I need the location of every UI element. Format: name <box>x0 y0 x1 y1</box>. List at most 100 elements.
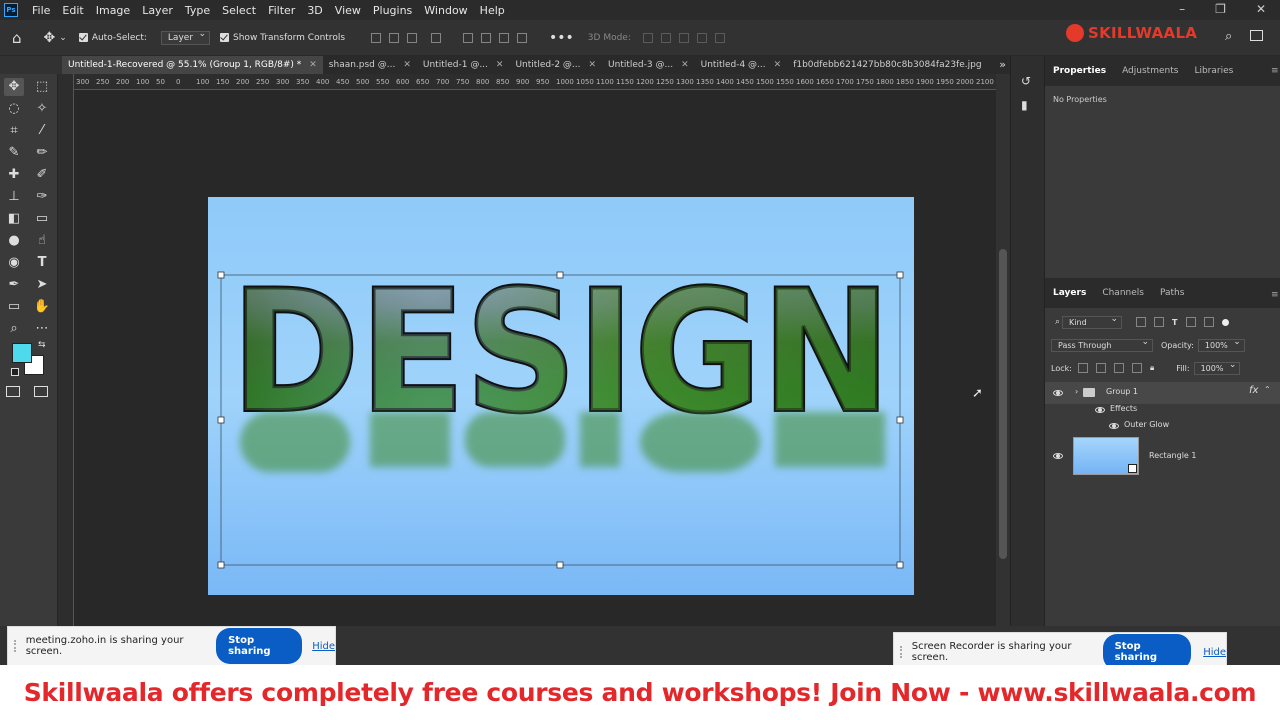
align-vcenter-icon[interactable] <box>481 32 492 43</box>
smudge-tool-icon[interactable]: ☝ <box>32 232 52 250</box>
stop-sharing-button[interactable]: Stop sharing <box>216 628 303 664</box>
default-colors-icon[interactable] <box>11 368 19 376</box>
blend-mode-dropdown[interactable]: Pass Through <box>1051 337 1153 352</box>
tab-properties[interactable]: Properties <box>1045 66 1114 76</box>
eraser-icon[interactable]: ◧ <box>4 210 24 228</box>
close-tab-icon[interactable]: ✕ <box>309 56 317 74</box>
visibility-eye-icon[interactable] <box>1109 423 1119 429</box>
brush-tool-icon[interactable]: ✎ <box>4 144 24 162</box>
align-bottom-icon[interactable] <box>499 32 510 43</box>
workspace-icon[interactable] <box>1250 30 1263 41</box>
auto-select-checkbox[interactable] <box>78 33 88 42</box>
gradient-tool-icon[interactable]: ▭ <box>32 210 52 228</box>
chevron-down-icon[interactable]: ⌄ <box>59 33 67 43</box>
layer-row-effects[interactable]: Effects <box>1045 402 1280 418</box>
align-middle-icon[interactable] <box>431 32 442 43</box>
healing-brush-icon[interactable]: ✚ <box>4 166 24 184</box>
clone-stamp-icon[interactable]: ⊥ <box>4 188 24 206</box>
tab-channels[interactable]: Channels <box>1094 288 1152 298</box>
filter-kind-dropdown[interactable]: Kind <box>1062 314 1123 329</box>
magic-wand-icon[interactable]: ✧ <box>32 100 52 118</box>
more-tools-icon[interactable]: ⋯ <box>32 320 52 338</box>
history-panel-icon[interactable]: ↺ <box>1021 74 1031 88</box>
more-tabs-icon[interactable]: » <box>999 58 1006 71</box>
align-top-icon[interactable] <box>463 32 474 43</box>
visibility-eye-icon[interactable] <box>1053 453 1063 459</box>
tab-paths[interactable]: Paths <box>1152 288 1192 298</box>
tab-adjustments[interactable]: Adjustments <box>1114 66 1186 76</box>
align-left-icon[interactable] <box>371 32 382 43</box>
menu-3d[interactable]: 3D <box>301 4 328 17</box>
visibility-eye-icon[interactable] <box>1095 407 1105 413</box>
expand-effects-icon[interactable]: ⌃ <box>1264 385 1271 394</box>
align-center-icon[interactable] <box>389 32 400 43</box>
move-tool-icon[interactable]: ✥ <box>44 30 56 46</box>
panel-menu-icon[interactable]: ≡ <box>1271 66 1279 76</box>
auto-select-dropdown[interactable]: Layer <box>160 29 211 45</box>
close-icon[interactable]: ✕ <box>1256 2 1266 16</box>
pen-tool-icon[interactable]: ✒ <box>4 276 24 294</box>
layer-thumbnail[interactable] <box>1073 437 1139 475</box>
menu-view[interactable]: View <box>329 4 367 17</box>
rectangle-tool-icon[interactable]: ▭ <box>4 298 24 316</box>
lasso-tool-icon[interactable]: ◌ <box>4 100 24 118</box>
hand-tool-icon[interactable]: ✋ <box>32 298 52 316</box>
3d-orbit-icon[interactable] <box>642 32 653 43</box>
menu-edit[interactable]: Edit <box>56 4 89 17</box>
3d-scale-icon[interactable] <box>714 32 725 43</box>
fx-icon[interactable]: fx <box>1249 385 1258 396</box>
menu-image[interactable]: Image <box>90 4 136 17</box>
scrollbar-thumb[interactable] <box>999 249 1007 559</box>
fill-input[interactable]: 100% <box>1193 360 1241 375</box>
home-icon[interactable]: ⌂ <box>12 29 22 47</box>
filter-adjustment-icon[interactable] <box>1154 317 1165 327</box>
panel-menu-icon[interactable]: ≡ <box>1271 290 1279 300</box>
lock-artboard-icon[interactable] <box>1131 363 1142 373</box>
tab-untitled-1[interactable]: Untitled-1 @... ✕ <box>417 56 510 74</box>
menu-help[interactable]: Help <box>474 4 511 17</box>
screen-mode-icon[interactable] <box>34 386 48 397</box>
filter-type-icon[interactable]: T <box>1172 318 1177 327</box>
opacity-input[interactable]: 100% <box>1197 337 1245 352</box>
layer-row-outer-glow[interactable]: Outer Glow <box>1045 418 1280 434</box>
filter-toggle-icon[interactable] <box>1221 318 1229 326</box>
3d-roll-icon[interactable] <box>660 32 671 43</box>
drag-handle-icon[interactable] <box>900 646 904 658</box>
comments-panel-icon[interactable]: ▮ <box>1021 98 1028 112</box>
tab-untitled-4[interactable]: Untitled-4 @... ✕ <box>695 56 788 74</box>
hide-link[interactable]: Hide <box>1203 647 1226 658</box>
tab-untitled-3[interactable]: Untitled-3 @... ✕ <box>602 56 695 74</box>
3d-pan-icon[interactable] <box>678 32 689 43</box>
quick-mask-icon[interactable] <box>6 386 20 397</box>
tab-libraries[interactable]: Libraries <box>1186 66 1241 76</box>
history-brush-icon[interactable]: ✐ <box>32 166 52 184</box>
restore-icon[interactable]: ❐ <box>1215 2 1226 16</box>
close-tab-icon[interactable]: ✕ <box>496 56 504 74</box>
visibility-eye-icon[interactable] <box>1053 390 1063 396</box>
3d-slide-icon[interactable] <box>696 32 707 43</box>
dodge-tool-icon[interactable]: ◉ <box>4 254 24 272</box>
blur-tool-icon[interactable]: ● <box>4 232 24 250</box>
show-transform-checkbox[interactable] <box>220 33 230 42</box>
promo-banner[interactable]: Skillwaala offers completely free course… <box>0 665 1280 720</box>
minimize-icon[interactable]: – <box>1179 2 1185 16</box>
lock-all-icon[interactable]: 🔒︎ <box>1150 363 1154 373</box>
tab-untitled-2[interactable]: Untitled-2 @... ✕ <box>509 56 602 74</box>
path-select-icon[interactable]: ➤ <box>32 276 52 294</box>
menu-file[interactable]: File <box>26 4 56 17</box>
art-history-icon[interactable]: ✑ <box>32 188 52 206</box>
close-tab-icon[interactable]: ✕ <box>774 56 782 74</box>
menu-type[interactable]: Type <box>179 4 216 17</box>
close-tab-icon[interactable]: ✕ <box>681 56 689 74</box>
filter-smartobject-icon[interactable] <box>1203 317 1214 327</box>
swap-colors-icon[interactable]: ⇆ <box>38 340 46 350</box>
tab-shaan[interactable]: shaan.psd @... ✕ <box>323 56 417 74</box>
drag-handle-icon[interactable] <box>14 640 18 652</box>
lock-image-icon[interactable] <box>1095 363 1106 373</box>
menu-select[interactable]: Select <box>216 4 262 17</box>
type-tool-icon[interactable]: T <box>32 254 52 272</box>
filter-pixel-icon[interactable] <box>1136 317 1147 327</box>
vertical-scrollbar[interactable] <box>996 74 1010 626</box>
menu-filter[interactable]: Filter <box>262 4 301 17</box>
tab-untitled-1-recovered[interactable]: Untitled-1-Recovered @ 55.1% (Group 1, R… <box>62 56 323 74</box>
